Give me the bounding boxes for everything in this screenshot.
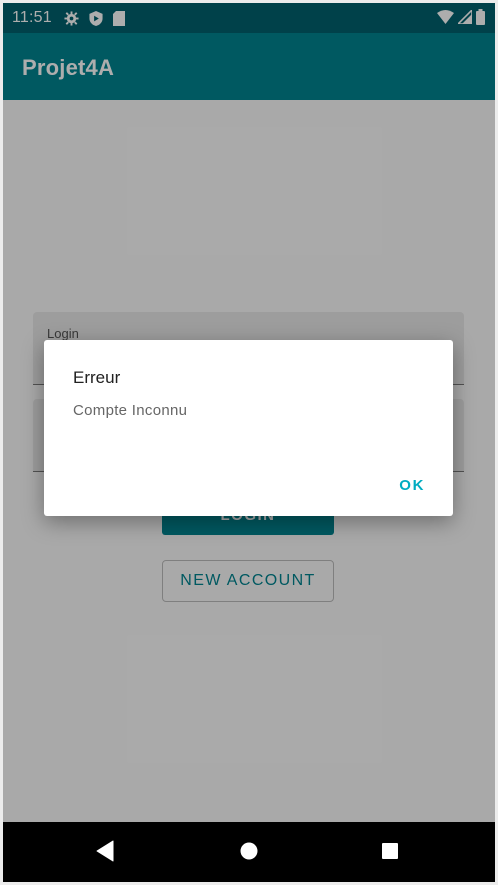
home-icon[interactable] [239,840,259,862]
back-icon[interactable] [95,840,115,862]
navigation-bar [3,822,495,882]
device-screen: 11:51 Projet4A Login NEW ACCOUNT Erreur … [3,3,495,882]
dialog-message: Compte Inconnu [73,402,188,419]
error-dialog: Erreur Compte Inconnu OK [44,340,453,516]
dialog-title: Erreur [73,368,121,387]
recents-icon[interactable] [380,840,400,862]
dialog-ok-button[interactable]: OK [399,477,425,494]
